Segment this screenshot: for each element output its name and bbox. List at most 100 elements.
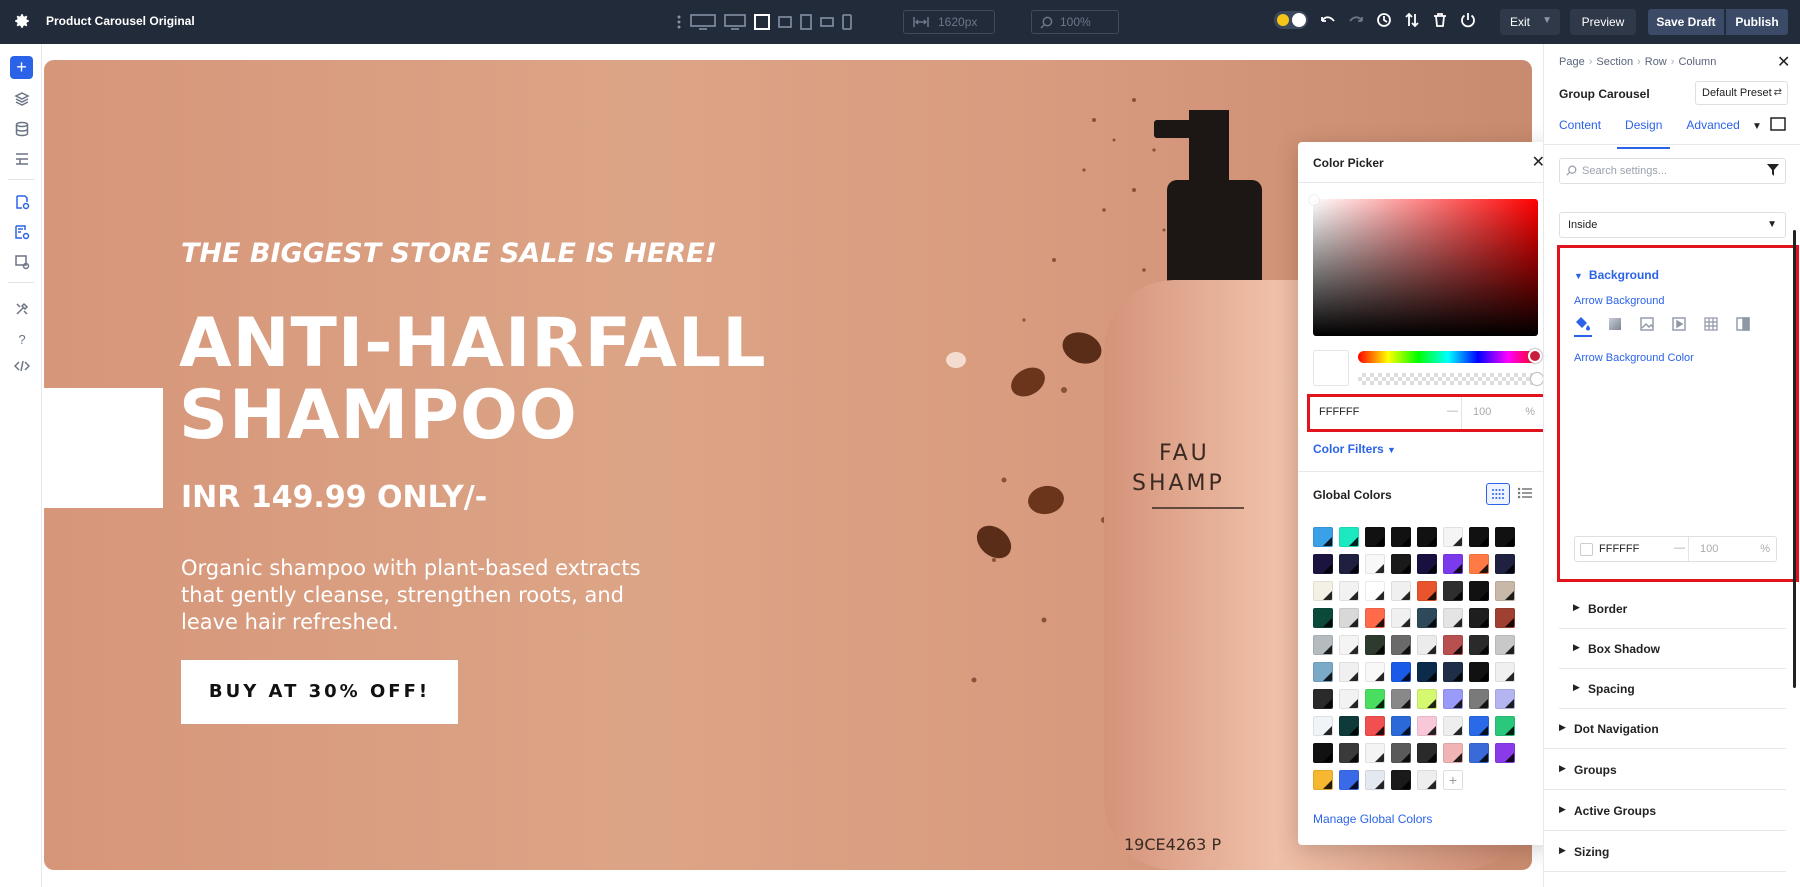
color-swatch[interactable] [1339, 581, 1359, 601]
color-swatch[interactable] [1495, 743, 1515, 763]
color-swatch[interactable] [1495, 635, 1515, 655]
color-swatch[interactable] [1417, 716, 1437, 736]
box-shadow-section[interactable]: ▶ Box Shadow [1559, 629, 1786, 669]
color-chip[interactable] [1580, 543, 1593, 556]
color-swatch[interactable] [1339, 527, 1359, 547]
color-swatch[interactable] [1313, 581, 1333, 601]
saturation-value-area[interactable] [1313, 199, 1538, 336]
color-swatch[interactable] [1417, 554, 1437, 574]
color-swatch[interactable] [1469, 635, 1489, 655]
more-options-icon[interactable] [676, 14, 682, 30]
mask-icon[interactable] [1734, 315, 1752, 333]
color-swatch[interactable] [1417, 527, 1437, 547]
database-icon[interactable] [12, 119, 32, 139]
redo-icon[interactable] [1348, 12, 1364, 28]
color-swatch[interactable] [1391, 770, 1411, 790]
color-swatch[interactable] [1495, 662, 1515, 682]
color-swatch[interactable] [1365, 662, 1385, 682]
opacity-slider-handle[interactable] [1530, 372, 1544, 386]
color-swatch[interactable] [1313, 527, 1333, 547]
color-swatch[interactable] [1443, 554, 1463, 574]
grid-view-icon[interactable] [1486, 483, 1510, 505]
page-layers-icon[interactable] [12, 222, 32, 242]
active-groups-section[interactable]: ▶ Active Groups [1544, 791, 1786, 831]
arrow-bg-hex-value[interactable]: FFFFFF [1599, 543, 1639, 555]
color-swatch[interactable] [1391, 608, 1411, 628]
color-swatch[interactable] [1339, 635, 1359, 655]
arrow-background-color-input[interactable]: FFFFFF — 100 % [1574, 536, 1777, 562]
color-swatch[interactable] [1417, 770, 1437, 790]
color-swatch[interactable] [1469, 581, 1489, 601]
color-swatch[interactable] [1391, 635, 1411, 655]
color-swatch[interactable] [1339, 716, 1359, 736]
color-swatch[interactable] [1495, 581, 1515, 601]
color-swatch[interactable] [1443, 743, 1463, 763]
color-swatch[interactable] [1365, 743, 1385, 763]
background-toggle[interactable]: ▼ Background [1574, 268, 1659, 282]
color-swatch[interactable] [1365, 635, 1385, 655]
color-swatch[interactable] [1313, 770, 1333, 790]
page-settings-icon[interactable] [12, 192, 32, 212]
carousel-arrow-background[interactable] [44, 388, 163, 508]
color-swatch[interactable] [1339, 743, 1359, 763]
color-swatch[interactable] [1417, 581, 1437, 601]
color-swatch[interactable] [1417, 608, 1437, 628]
color-swatch[interactable] [1417, 743, 1437, 763]
color-swatch[interactable] [1365, 608, 1385, 628]
opacity-input[interactable]: 100 [1473, 406, 1491, 418]
breadcrumb-item[interactable]: Page [1559, 56, 1585, 68]
color-filters-toggle[interactable]: Color Filters ▼ [1313, 442, 1396, 456]
color-swatch[interactable] [1495, 554, 1515, 574]
power-icon[interactable] [1460, 12, 1476, 28]
color-swatch[interactable] [1313, 608, 1333, 628]
color-swatch[interactable] [1469, 554, 1489, 574]
sizing-section[interactable]: ▶ Sizing [1544, 832, 1786, 872]
color-swatch[interactable] [1443, 689, 1463, 709]
tools-icon[interactable] [12, 299, 32, 319]
color-swatch[interactable] [1339, 554, 1359, 574]
color-swatch[interactable] [1313, 662, 1333, 682]
color-swatch[interactable] [1391, 581, 1411, 601]
history-icon[interactable] [1376, 12, 1392, 28]
color-swatch[interactable] [1365, 689, 1385, 709]
hex-input-row[interactable]: FFFFFF — 100 % [1307, 394, 1546, 432]
opacity-slider[interactable] [1358, 373, 1538, 385]
phone-icon[interactable] [842, 14, 852, 30]
color-swatch[interactable] [1495, 689, 1515, 709]
window-icon[interactable] [1770, 117, 1786, 136]
caret-down-icon[interactable]: ▼ [1752, 121, 1762, 132]
color-swatch[interactable] [1391, 527, 1411, 547]
panel-scrollbar[interactable] [1793, 230, 1796, 688]
color-swatch[interactable] [1469, 527, 1489, 547]
buy-button[interactable]: BUY AT 30% OFF! [181, 660, 458, 724]
hex-input[interactable]: FFFFFF [1319, 406, 1359, 418]
filter-icon[interactable] [1767, 164, 1779, 179]
gear-icon[interactable] [13, 12, 33, 32]
color-swatch[interactable] [1391, 554, 1411, 574]
color-swatch[interactable] [1365, 716, 1385, 736]
color-swatch[interactable] [1469, 608, 1489, 628]
color-swatch[interactable] [1365, 554, 1385, 574]
breadcrumb-item[interactable]: Row [1645, 56, 1667, 68]
zoom-input[interactable]: 100% [1031, 10, 1119, 34]
layout-icon[interactable] [12, 149, 32, 169]
preset-dropdown[interactable]: Default Preset ⇄ [1695, 81, 1788, 105]
publish-button[interactable]: Publish [1726, 9, 1788, 35]
preview-button[interactable]: Preview [1570, 9, 1636, 35]
color-swatch[interactable] [1391, 743, 1411, 763]
desktop-icon[interactable] [724, 14, 746, 30]
arrow-bg-opacity-value[interactable]: 100 [1700, 543, 1718, 555]
spacing-section[interactable]: ▶ Spacing [1559, 669, 1786, 709]
breadcrumb-item[interactable]: Section [1596, 56, 1633, 68]
border-section[interactable]: ▶ Border [1559, 589, 1786, 629]
color-swatch[interactable] [1339, 662, 1359, 682]
close-panel-icon[interactable]: ✕ [1777, 52, 1790, 72]
add-color-icon[interactable]: + [1443, 770, 1463, 790]
color-swatch[interactable] [1365, 527, 1385, 547]
dot-navigation-section[interactable]: ▶ Dot Navigation [1544, 709, 1786, 749]
color-swatch[interactable] [1313, 743, 1333, 763]
image-icon[interactable] [1638, 315, 1656, 333]
desktop-wide-icon[interactable] [690, 14, 716, 30]
phone-landscape-icon[interactable] [820, 17, 834, 27]
video-icon[interactable] [1670, 315, 1688, 333]
